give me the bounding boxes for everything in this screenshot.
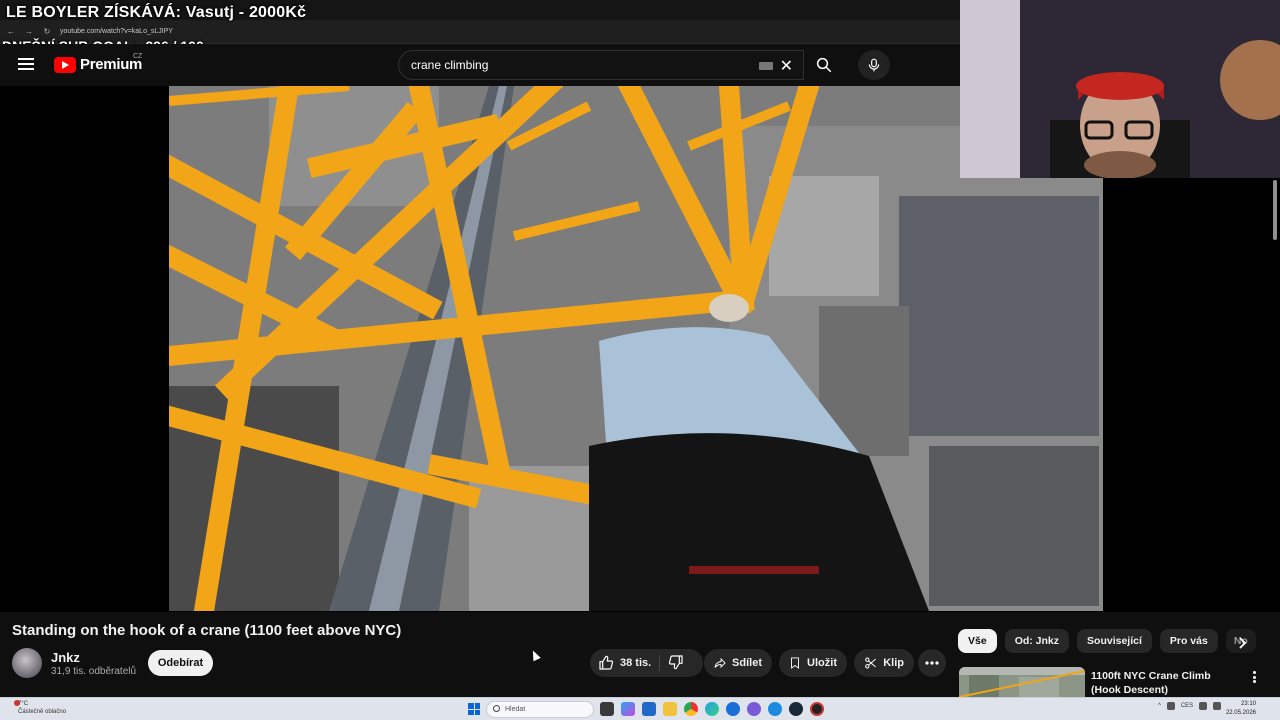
streamer-webcam (960, 0, 1280, 178)
screen: ← → ↻ youtube.com/watch?v=kaLo_sLJIPY LE… (0, 0, 1280, 720)
stream-donation-overlay: LE BOYLER ZÍSKÁVÁ: Vasutj - 2000Kč (6, 4, 307, 21)
search-button[interactable] (804, 50, 844, 80)
language-indicator[interactable]: CES (1181, 703, 1193, 709)
clip-button[interactable]: Klip (854, 649, 914, 677)
address-url[interactable]: youtube.com/watch?v=kaLo_sLJIPY (60, 28, 173, 35)
microphone-icon (868, 58, 880, 72)
save-button[interactable]: Uložit (779, 649, 847, 677)
youtube-premium-logo[interactable]: Premium (54, 56, 142, 73)
app-icon[interactable] (747, 702, 761, 716)
recommendation-title[interactable]: 1100ft NYC Crane Climb (Hook Descent) (1091, 669, 1241, 697)
dislike-button[interactable] (668, 654, 686, 672)
scrollbar-thumb[interactable] (1273, 180, 1277, 240)
subscribe-button[interactable]: Odebírat (148, 650, 213, 676)
recommendation-filter-chips: Vše Od: Jnkz Související Pro vás No (958, 629, 1256, 655)
back-icon[interactable]: ← (6, 27, 16, 36)
search-input[interactable] (411, 58, 741, 72)
keyboard-icon[interactable] (759, 62, 773, 70)
thumbnail-image (959, 667, 1085, 697)
youtube-masthead: Premium CZ ✕ (0, 44, 960, 86)
more-horizontal-icon (925, 661, 939, 665)
bookmark-icon (791, 657, 799, 669)
weather-temperature: 7°C (18, 701, 29, 707)
recommendation-thumbnail[interactable] (959, 667, 1085, 697)
tray-chevron-icon[interactable]: ^ (1158, 703, 1161, 709)
forward-icon[interactable]: → (24, 27, 34, 36)
thumbs-up-icon (599, 655, 614, 670)
task-view-icon[interactable] (600, 702, 614, 716)
weather-widget[interactable]: 7°C Částečně oblačno (18, 700, 66, 716)
chip-for-you[interactable]: Pro vás (1159, 629, 1218, 653)
chevron-right-icon (1239, 637, 1247, 649)
mouse-cursor-icon (529, 648, 541, 662)
search-icon (493, 705, 500, 712)
thumbs-down-icon (668, 655, 683, 670)
system-tray: ^ CES (1158, 702, 1222, 710)
clip-label: Klip (883, 657, 904, 669)
file-explorer-icon[interactable] (663, 702, 677, 716)
channel-avatar[interactable] (12, 648, 42, 678)
youtube-play-icon (54, 56, 76, 73)
more-actions-button[interactable] (918, 649, 946, 677)
obs-icon[interactable] (810, 702, 824, 716)
tray-app-icon[interactable] (1166, 702, 1175, 710)
like-button[interactable]: 38 tis. (590, 649, 703, 677)
share-icon (714, 657, 726, 669)
channel-name[interactable]: Jnkz (51, 650, 80, 665)
clock-time: 23:10 (1240, 701, 1256, 707)
edge-dev-icon[interactable] (726, 702, 740, 716)
chrome-icon[interactable] (684, 702, 698, 716)
chip-related[interactable]: Související (1077, 629, 1152, 653)
steam-icon[interactable] (789, 702, 803, 716)
windows-taskbar: 7°C Částečně oblačno Hledat ^ CES 23:10 … (0, 697, 1280, 720)
video-title: Standing on the hook of a crane (1100 fe… (12, 622, 402, 639)
recommendation-more-icon[interactable] (1248, 669, 1260, 685)
volume-icon[interactable] (1213, 702, 1222, 710)
chips-next-button[interactable] (1234, 635, 1250, 651)
copilot-icon[interactable] (621, 702, 635, 716)
taskbar-search-placeholder: Hledat (505, 706, 526, 713)
scissors-icon (865, 657, 876, 669)
network-icon[interactable] (1199, 702, 1208, 710)
clock-date: 22.05.2026 (1225, 710, 1256, 716)
weather-description: Částečně oblačno (18, 709, 67, 715)
store-icon[interactable] (642, 702, 656, 716)
windows-start-icon[interactable] (468, 703, 480, 715)
search-icon (816, 57, 832, 73)
edge-icon[interactable] (705, 702, 719, 716)
voice-search-button[interactable] (858, 50, 890, 80)
page-scrollbar[interactable] (1272, 178, 1278, 693)
taskbar-apps (600, 702, 824, 716)
save-label: Uložit (807, 657, 837, 669)
like-dislike-divider (659, 655, 660, 671)
share-button[interactable]: Sdílet (704, 649, 772, 677)
messenger-icon[interactable] (768, 702, 782, 716)
chip-all[interactable]: Vše (958, 629, 997, 653)
clear-search-icon[interactable]: ✕ (780, 56, 793, 76)
search-box[interactable]: ✕ (398, 50, 804, 80)
share-label: Sdílet (732, 657, 762, 669)
country-code: CZ (133, 53, 143, 60)
hamburger-menu-icon[interactable] (18, 58, 34, 70)
webcam-frame (960, 0, 1280, 178)
chip-from-channel[interactable]: Od: Jnkz (1004, 629, 1070, 653)
reload-icon[interactable]: ↻ (42, 27, 52, 36)
taskbar-clock[interactable]: 23:10 22.05.2026 (1224, 700, 1256, 718)
like-count: 38 tis. (620, 657, 652, 669)
taskbar-search[interactable]: Hledat (486, 701, 594, 718)
subscriber-count: 31,9 tis. odběratelů (51, 666, 137, 677)
